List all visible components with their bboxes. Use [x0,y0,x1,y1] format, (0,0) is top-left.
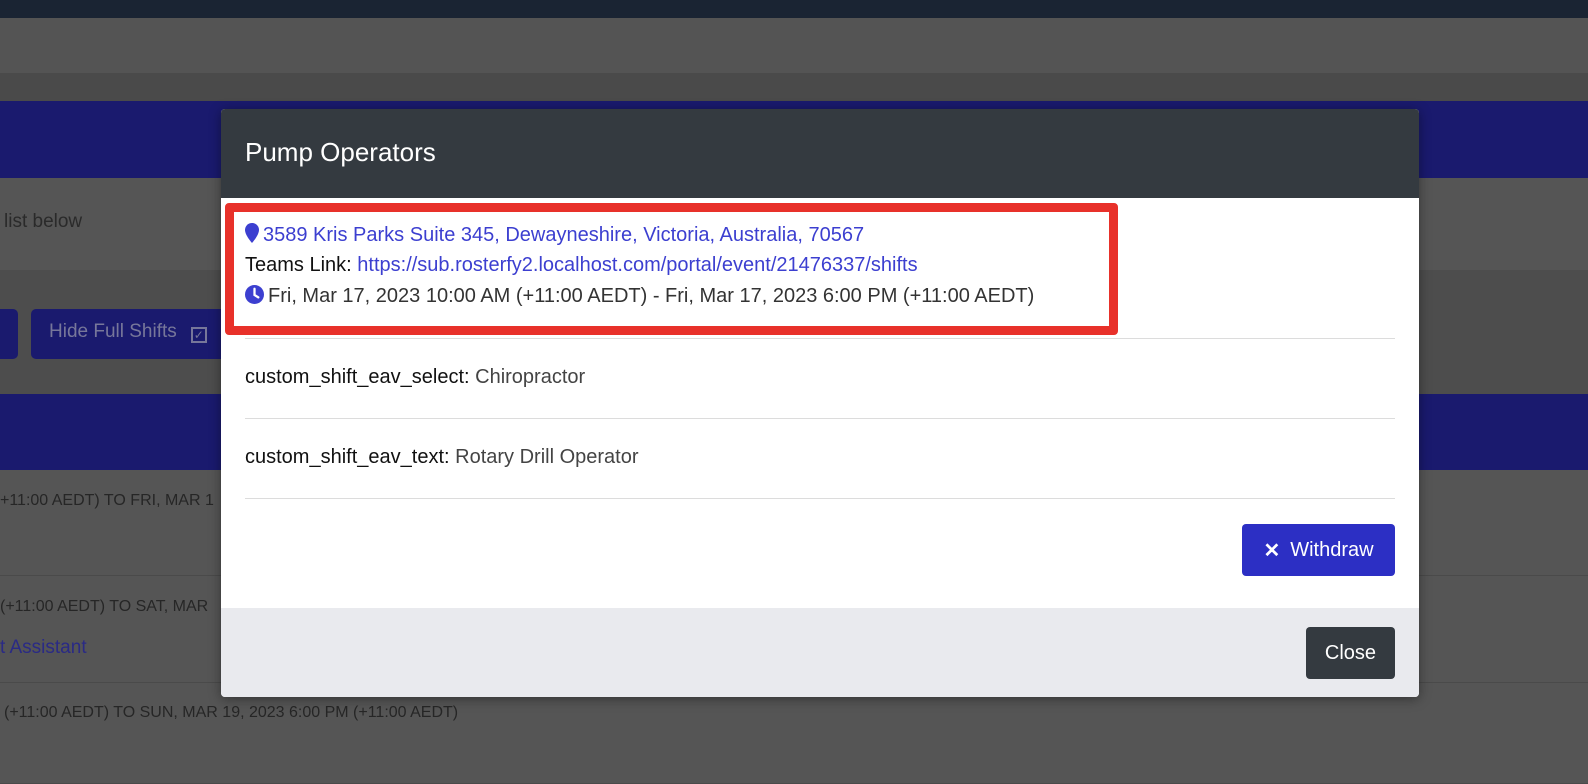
modal-header: Pump Operators [221,109,1419,198]
list-item-time: (+11:00 AEDT) TO SUN, MAR 19, 2023 6:00 … [4,704,459,721]
field-value: Rotary Drill Operator [455,446,639,468]
shift-details-modal: Pump Operators 3589 Kris Parks Suite 345… [221,109,1419,697]
clock-icon [245,285,264,310]
field-row: custom_shift_eav_text: Rotary Drill Oper… [245,446,639,469]
time-range: Fri, Mar 17, 2023 10:00 AM (+11:00 AEDT)… [268,285,1035,307]
field-label: custom_shift_eav_select: [245,366,470,388]
field-label: custom_shift_eav_text: [245,446,450,468]
top-navbar [0,0,1588,18]
list-item-time: +11:00 AEDT) TO FRI, MAR 1 [0,492,214,509]
field-row: custom_shift_eav_select: Chiropractor [245,366,585,389]
divider [245,338,1395,339]
filter-button[interactable] [0,309,18,359]
list-item-time: (+11:00 AEDT) TO SAT, MAR [0,598,209,615]
close-button[interactable]: Close [1306,627,1395,679]
address-link[interactable]: 3589 Kris Parks Suite 345, Dewayneshire,… [263,224,864,246]
modal-footer: Close [221,608,1419,697]
field-value: Chiropractor [475,366,586,388]
hide-full-shifts-button[interactable]: Hide Full Shifts ✓ [31,309,241,359]
modal-body: 3589 Kris Parks Suite 345, Dewayneshire,… [221,198,1419,608]
close-icon: ✕ [1263,539,1281,562]
time-line: Fri, Mar 17, 2023 10:00 AM (+11:00 AEDT)… [245,285,1034,310]
divider [245,418,1395,419]
teams-link[interactable]: https://sub.rosterfy2.localhost.com/port… [357,254,917,276]
sub-navbar [0,18,1588,73]
hide-full-shifts-label: Hide Full Shifts [49,321,177,342]
map-marker-icon [245,223,259,249]
info-text: list below [4,211,83,232]
modal-title: Pump Operators [245,137,436,167]
address-line: 3589 Kris Parks Suite 345, Dewayneshire,… [245,223,864,249]
list-item-link[interactable]: t Assistant [0,637,87,659]
list-item[interactable] [0,683,1588,784]
checkbox-icon: ✓ [190,327,207,343]
teams-link-label: Teams Link: [245,254,352,276]
teams-link-line: Teams Link: https://sub.rosterfy2.localh… [245,254,918,277]
divider [245,498,1395,499]
withdraw-button[interactable]: ✕ Withdraw [1242,524,1395,576]
withdraw-label: Withdraw [1290,538,1374,561]
page-gap [0,73,1588,101]
